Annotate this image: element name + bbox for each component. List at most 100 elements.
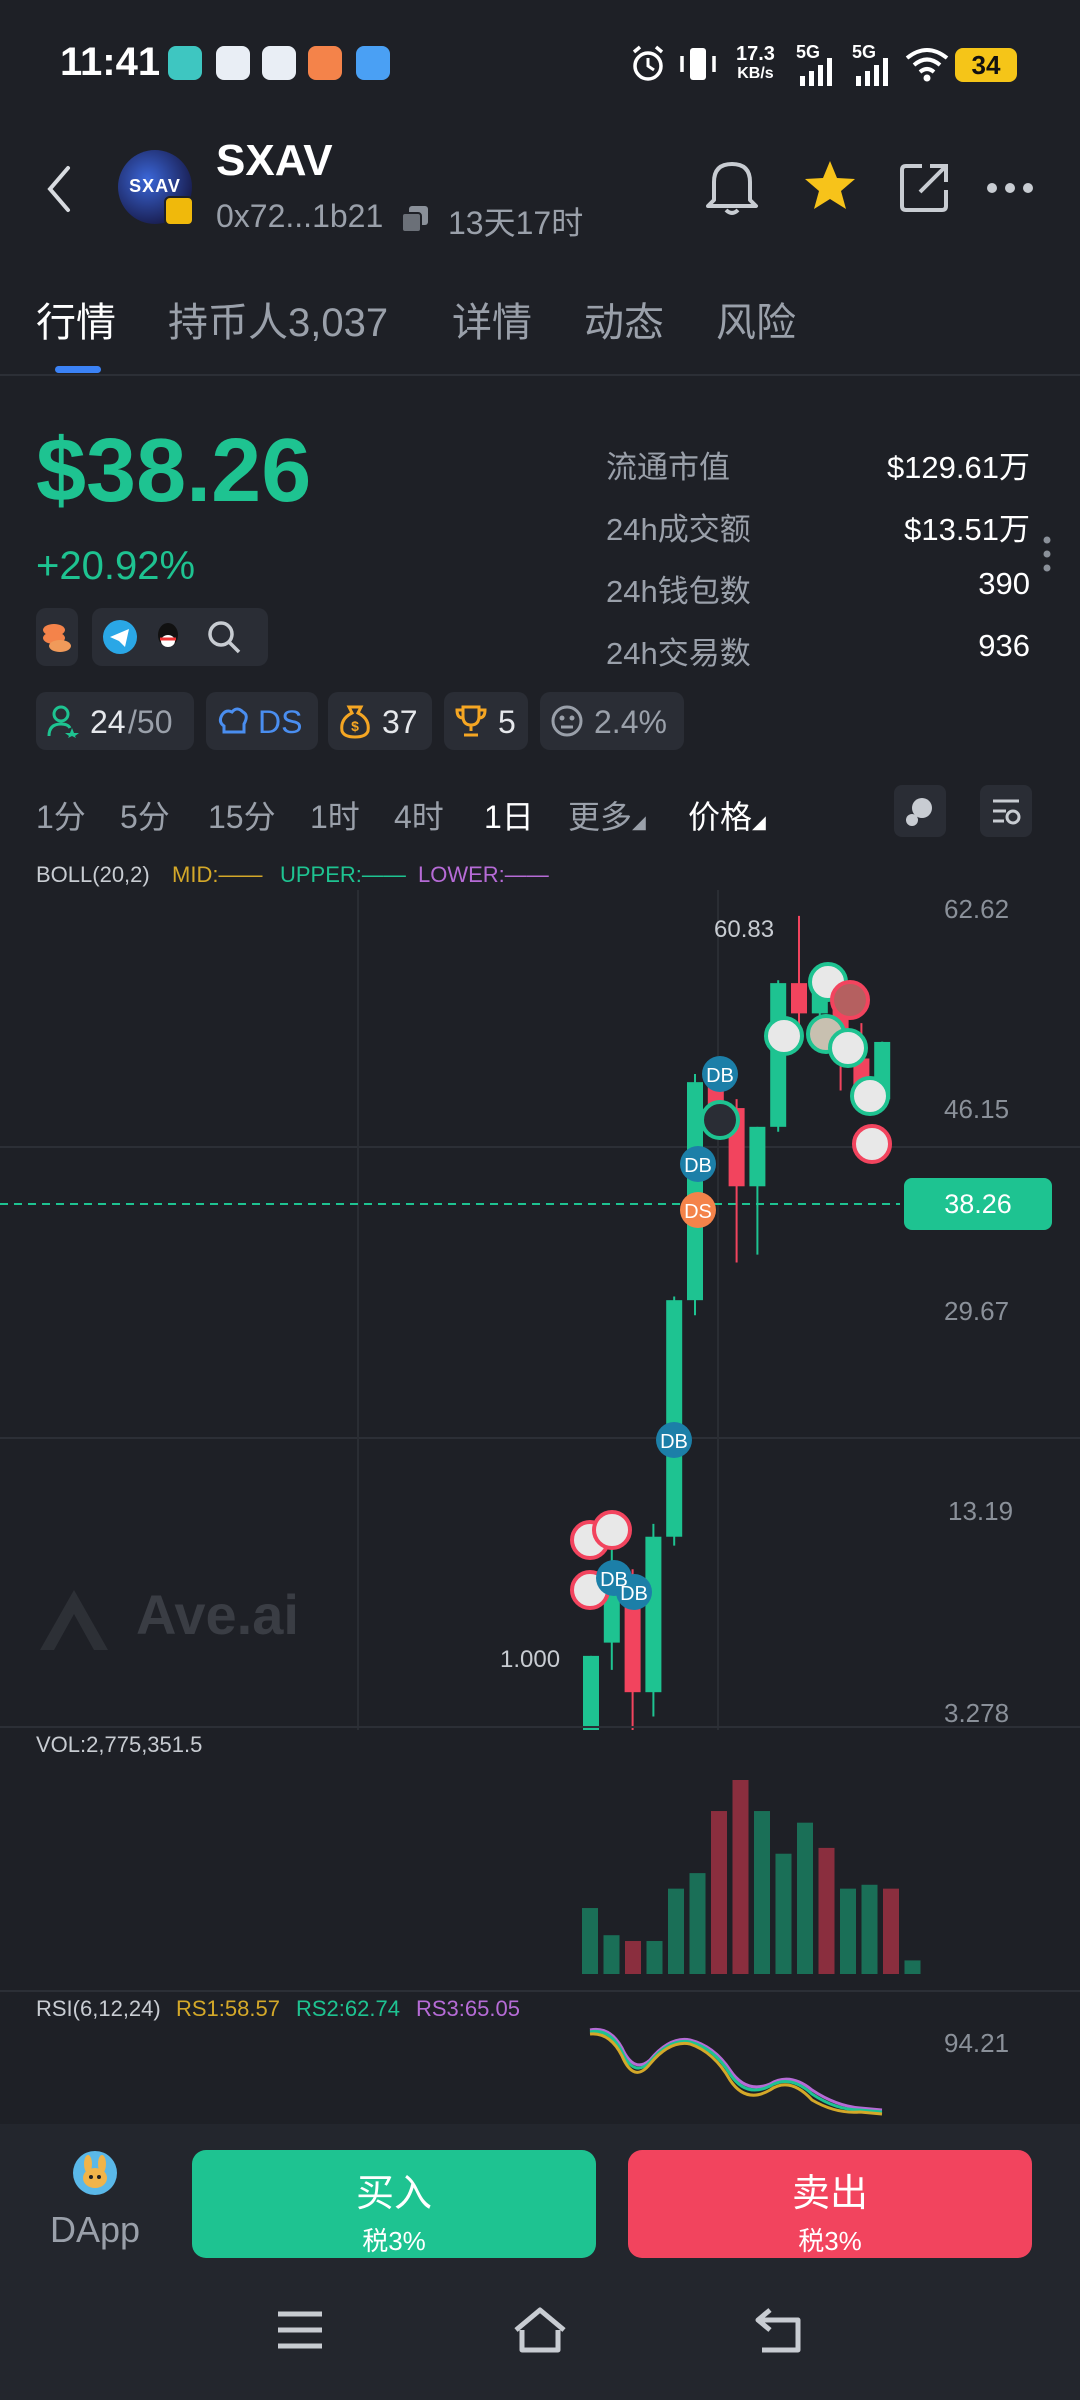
- divider: [0, 374, 1080, 376]
- current-price-tag: 38.26: [904, 1178, 1052, 1230]
- volume-bar: [711, 1811, 727, 1974]
- bell-icon[interactable]: [702, 154, 762, 218]
- price-change: +20.92%: [36, 544, 196, 588]
- trade-marker-avatar: [828, 1028, 868, 1068]
- tab-details[interactable]: 详情: [452, 290, 532, 348]
- status-time: 11:41: [60, 40, 161, 84]
- candle-body: [791, 983, 807, 1014]
- boll-mid: MID:——: [172, 862, 263, 887]
- dapp-button[interactable]: DApp: [50, 2150, 140, 2260]
- volume-bar: [646, 1941, 663, 1974]
- back-nav-icon[interactable]: [750, 2300, 810, 2360]
- svg-text:DB: DB: [620, 1583, 648, 1605]
- tab-holders[interactable]: 持币人3,037: [168, 290, 388, 348]
- holders-badge[interactable]: 24 /50: [36, 692, 194, 750]
- boll-lower: LOWER:——: [418, 862, 549, 887]
- y-axis-label: 62.62: [944, 894, 1010, 924]
- trade-marker-avatar: [700, 1100, 740, 1140]
- aave-icon: [168, 46, 202, 80]
- buy-label: 买入: [355, 2173, 432, 2215]
- token-name: SXAV: [216, 136, 333, 185]
- back-chevron-icon[interactable]: [44, 164, 74, 214]
- signal-bars-icon: [856, 58, 888, 86]
- svg-text:DB: DB: [660, 1431, 688, 1453]
- volume-bar: [840, 1888, 856, 1974]
- divider: [0, 1726, 1080, 1728]
- social-chip: [92, 608, 268, 666]
- y-axis-label: 46.15: [944, 1094, 1010, 1124]
- trade-marker-avatar: [592, 1510, 632, 1550]
- candle-body: [645, 1536, 662, 1693]
- volume-bar: [689, 1873, 706, 1974]
- candle-body: [666, 1300, 683, 1537]
- stat-value-market-cap: $129.61万: [886, 450, 1030, 485]
- menu-nav-icon[interactable]: [270, 2300, 330, 2360]
- indicator-toggle-button[interactable]: [894, 785, 946, 837]
- timeframe-1h[interactable]: 1时: [310, 792, 360, 838]
- chef-hat-icon: [218, 707, 248, 734]
- stat-label-market-cap: 流通市值: [606, 450, 730, 485]
- trophy-icon: [455, 705, 487, 737]
- boll-upper: UPPER:——: [280, 862, 406, 887]
- vertical-more-icon[interactable]: [1040, 534, 1054, 574]
- svg-text:$: $: [351, 718, 359, 734]
- chart-settings-button[interactable]: [980, 785, 1032, 837]
- qq-icon[interactable]: [150, 619, 186, 655]
- price-mode-dropdown[interactable]: 价格◢: [688, 792, 766, 838]
- volume-bar: [754, 1811, 770, 1974]
- trade-marker-avatar: [850, 1076, 890, 1116]
- stat-value-volume: $13.51万: [904, 512, 1030, 547]
- buy-tax: 税3%: [362, 2226, 426, 2256]
- risk-badge[interactable]: 2.4%: [540, 692, 684, 750]
- candle-body: [687, 1082, 703, 1301]
- coins-chip[interactable]: [36, 608, 78, 666]
- candle-body: [603, 1595, 620, 1643]
- copy-icon[interactable]: [400, 204, 430, 234]
- timeframe-15m[interactable]: 15分: [208, 792, 276, 838]
- trophy-badge[interactable]: 5: [444, 692, 528, 750]
- home-nav-icon[interactable]: [510, 2300, 570, 2360]
- y-axis-label: 3.278: [944, 1698, 1010, 1728]
- wifi-icon: [905, 48, 949, 82]
- user-star-icon: [47, 705, 79, 738]
- tab-activity[interactable]: 动态: [584, 290, 664, 348]
- buy-button[interactable]: 买入 税3%: [192, 2150, 596, 2258]
- timeframe-1d[interactable]: 1日: [484, 792, 534, 838]
- timeframe-1m[interactable]: 1分: [36, 792, 86, 838]
- volume-bar: [668, 1888, 684, 1974]
- token-address[interactable]: 0x72...1b21: [216, 198, 383, 235]
- stat-label-volume: 24h成交额: [606, 512, 751, 547]
- volume-bar: [818, 1847, 835, 1974]
- timeframe-4h[interactable]: 4时: [394, 792, 444, 838]
- star-icon[interactable]: [802, 158, 858, 214]
- volume-bar: [625, 1941, 641, 1974]
- tab-risk[interactable]: 风险: [716, 290, 796, 348]
- settings-sliders-icon: [993, 799, 1021, 825]
- volume-bar: [732, 1780, 749, 1974]
- share-icon[interactable]: [898, 160, 952, 214]
- bubbles-icon: [906, 798, 932, 826]
- sell-button[interactable]: 卖出 税3%: [628, 2150, 1032, 2258]
- dev-label: DS: [258, 704, 303, 740]
- more-label: 更多: [568, 799, 633, 835]
- candle-body: [749, 1126, 766, 1187]
- dapp-label: DApp: [50, 2209, 141, 2250]
- vibrate-icon: [680, 48, 716, 80]
- timeframe-5m[interactable]: 5分: [120, 792, 170, 838]
- telegram-icon[interactable]: [102, 619, 138, 655]
- token-avatar-text: SXAV: [129, 176, 181, 196]
- token-age: 13天17时: [448, 205, 584, 241]
- search-icon[interactable]: [206, 619, 242, 655]
- dev-badge[interactable]: DS: [206, 692, 318, 750]
- sell-label: 卖出: [791, 2173, 868, 2215]
- more-timeframes-dropdown[interactable]: 更多◢: [568, 792, 646, 838]
- holders-total: /50: [128, 704, 173, 740]
- stat-value-wallets: 390: [978, 566, 1030, 601]
- money-badge[interactable]: $ 37: [328, 692, 432, 750]
- tab-market[interactable]: 行情: [36, 290, 116, 348]
- watermark-text: Ave.ai: [136, 1583, 299, 1646]
- money-count: 37: [382, 704, 418, 740]
- stat-label-wallets: 24h钱包数: [606, 574, 751, 609]
- watermark-logo-icon: [40, 1590, 108, 1650]
- more-icon[interactable]: [984, 180, 1036, 196]
